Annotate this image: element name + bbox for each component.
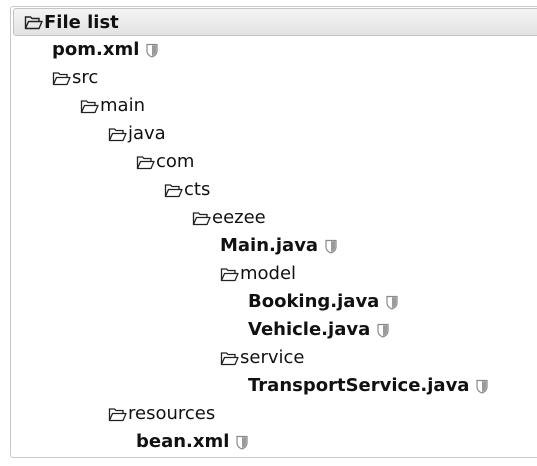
tree-folder[interactable]: src [52,66,98,90]
tree-item-label: resources [128,403,216,424]
tree-file[interactable]: Main.java [220,234,337,258]
tree-folder[interactable]: service [220,346,304,370]
folder-open-icon [24,15,43,30]
tree-item-label: src [72,67,99,88]
tree-folder[interactable]: main [80,94,145,118]
tree-item-label: TransportService.java [248,375,470,396]
tree-item-label: bean.xml [136,431,230,452]
shield-icon[interactable] [377,323,389,338]
folder-open-icon [80,99,99,114]
tree-item-label: Booking.java [248,291,380,312]
shield-icon[interactable] [146,43,158,58]
folder-open-icon [164,183,183,198]
folder-open-icon [220,351,239,366]
tree-item-label: eezee [212,207,266,228]
folder-open-icon [108,407,127,422]
tree-item-label: com [156,151,195,172]
tree-folder[interactable]: com [136,150,194,174]
shield-icon[interactable] [325,239,337,254]
tree-file[interactable]: Booking.java [248,290,398,314]
tree-item-label: model [240,263,297,284]
file-list-header[interactable]: File list [13,8,537,36]
shield-icon[interactable] [476,379,489,394]
tree-item-label: pom.xml [52,39,140,60]
file-list-title: File list [44,11,119,33]
tree-item-label: java [128,123,166,144]
tree-item-label: service [240,347,305,368]
tree-folder[interactable]: java [108,122,166,146]
shield-icon[interactable] [386,295,398,310]
tree-item-label: Vehicle.java [248,319,371,340]
tree-folder[interactable]: resources [108,402,215,426]
folder-open-icon [136,155,155,170]
tree-folder[interactable]: cts [164,178,210,202]
tree-file[interactable]: Vehicle.java [248,318,389,342]
folder-open-icon [220,267,239,282]
shield-icon[interactable] [236,435,249,450]
tree-item-label: Main.java [220,235,319,256]
tree-folder[interactable]: eezee [192,206,266,230]
tree-file[interactable]: pom.xml [52,38,158,62]
tree-item-label: cts [184,179,211,200]
tree-item-label: main [100,95,145,116]
folder-open-icon [108,127,127,142]
folder-open-icon [192,211,211,226]
folder-open-icon [52,71,71,86]
tree-folder[interactable]: model [220,262,296,286]
tree-file[interactable]: bean.xml [136,430,249,454]
tree-file[interactable]: TransportService.java [248,374,489,398]
